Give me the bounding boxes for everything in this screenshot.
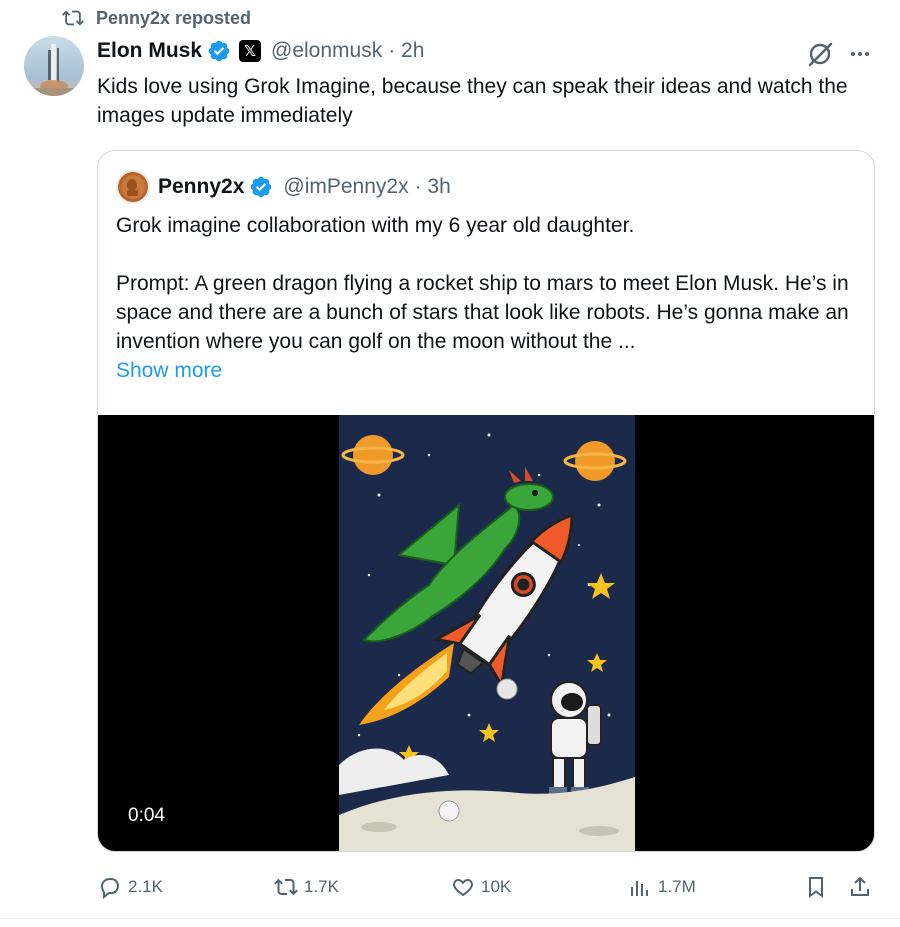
grok-icon[interactable] bbox=[804, 38, 836, 70]
views-chart-icon bbox=[631, 881, 648, 896]
affiliate-x-badge-icon[interactable]: 𝕏 bbox=[239, 40, 262, 62]
repost-text: Penny2x reposted bbox=[96, 7, 252, 28]
repost-button[interactable]: 1.7K bbox=[274, 872, 339, 902]
views-button[interactable]: 1.7M bbox=[628, 872, 696, 902]
bookmark-button[interactable] bbox=[804, 872, 828, 902]
quoted-post-text: Grok imagine collaboration with my 6 yea… bbox=[116, 211, 862, 385]
share-button[interactable] bbox=[848, 872, 872, 902]
author-handle[interactable]: @elonmusk bbox=[271, 39, 382, 63]
repost-indicator[interactable]: Penny2x reposted bbox=[62, 6, 251, 30]
share-icon bbox=[851, 876, 869, 896]
repost-count: 1.7K bbox=[304, 877, 339, 896]
quoted-text-line: Grok imagine collaboration with my 6 yea… bbox=[116, 214, 635, 237]
post-time[interactable]: · 2h bbox=[388, 39, 424, 63]
heart-icon bbox=[453, 878, 473, 897]
like-count: 10K bbox=[481, 877, 512, 896]
reply-icon bbox=[100, 878, 120, 899]
video-player[interactable]: 0:04 bbox=[98, 415, 874, 851]
reply-button[interactable]: 2.1K bbox=[98, 872, 163, 902]
action-bar: 2.1K 1.7K 10K 1.7M bbox=[0, 872, 900, 902]
quoted-author-avatar[interactable] bbox=[116, 170, 150, 204]
author-name[interactable]: Elon Musk bbox=[97, 39, 202, 63]
quoted-text-prompt: Prompt: A green dragon flying a rocket s… bbox=[116, 272, 849, 353]
verified-badge-icon bbox=[251, 176, 272, 198]
bookmark-icon bbox=[809, 877, 823, 898]
reply-count: 2.1K bbox=[128, 877, 163, 896]
views-count: 1.7M bbox=[658, 877, 696, 896]
quoted-author-handle[interactable]: @imPenny2x bbox=[283, 175, 408, 199]
video-duration: 0:04 bbox=[128, 805, 165, 826]
more-options-icon[interactable] bbox=[844, 38, 876, 70]
quoted-post[interactable]: Penny2x @imPenny2x · 3h Grok imagine col… bbox=[97, 150, 875, 852]
repost-icon bbox=[274, 878, 298, 896]
quoted-author-name[interactable]: Penny2x bbox=[158, 175, 244, 199]
repost-icon bbox=[62, 10, 84, 26]
quoted-post-time[interactable]: · 3h bbox=[415, 175, 451, 199]
show-more-link[interactable]: Show more bbox=[116, 356, 862, 385]
post-text: Kids love using Grok Imagine, because th… bbox=[97, 75, 848, 127]
quoted-post-header: Penny2x @imPenny2x · 3h bbox=[116, 170, 451, 204]
post-header: Elon Musk 𝕏 @elonmusk · 2h bbox=[97, 36, 424, 66]
video-thumbnail bbox=[339, 415, 635, 851]
verified-badge-icon bbox=[208, 40, 230, 62]
like-button[interactable]: 10K bbox=[451, 872, 511, 902]
divider bbox=[0, 918, 900, 919]
author-avatar[interactable] bbox=[24, 36, 84, 96]
